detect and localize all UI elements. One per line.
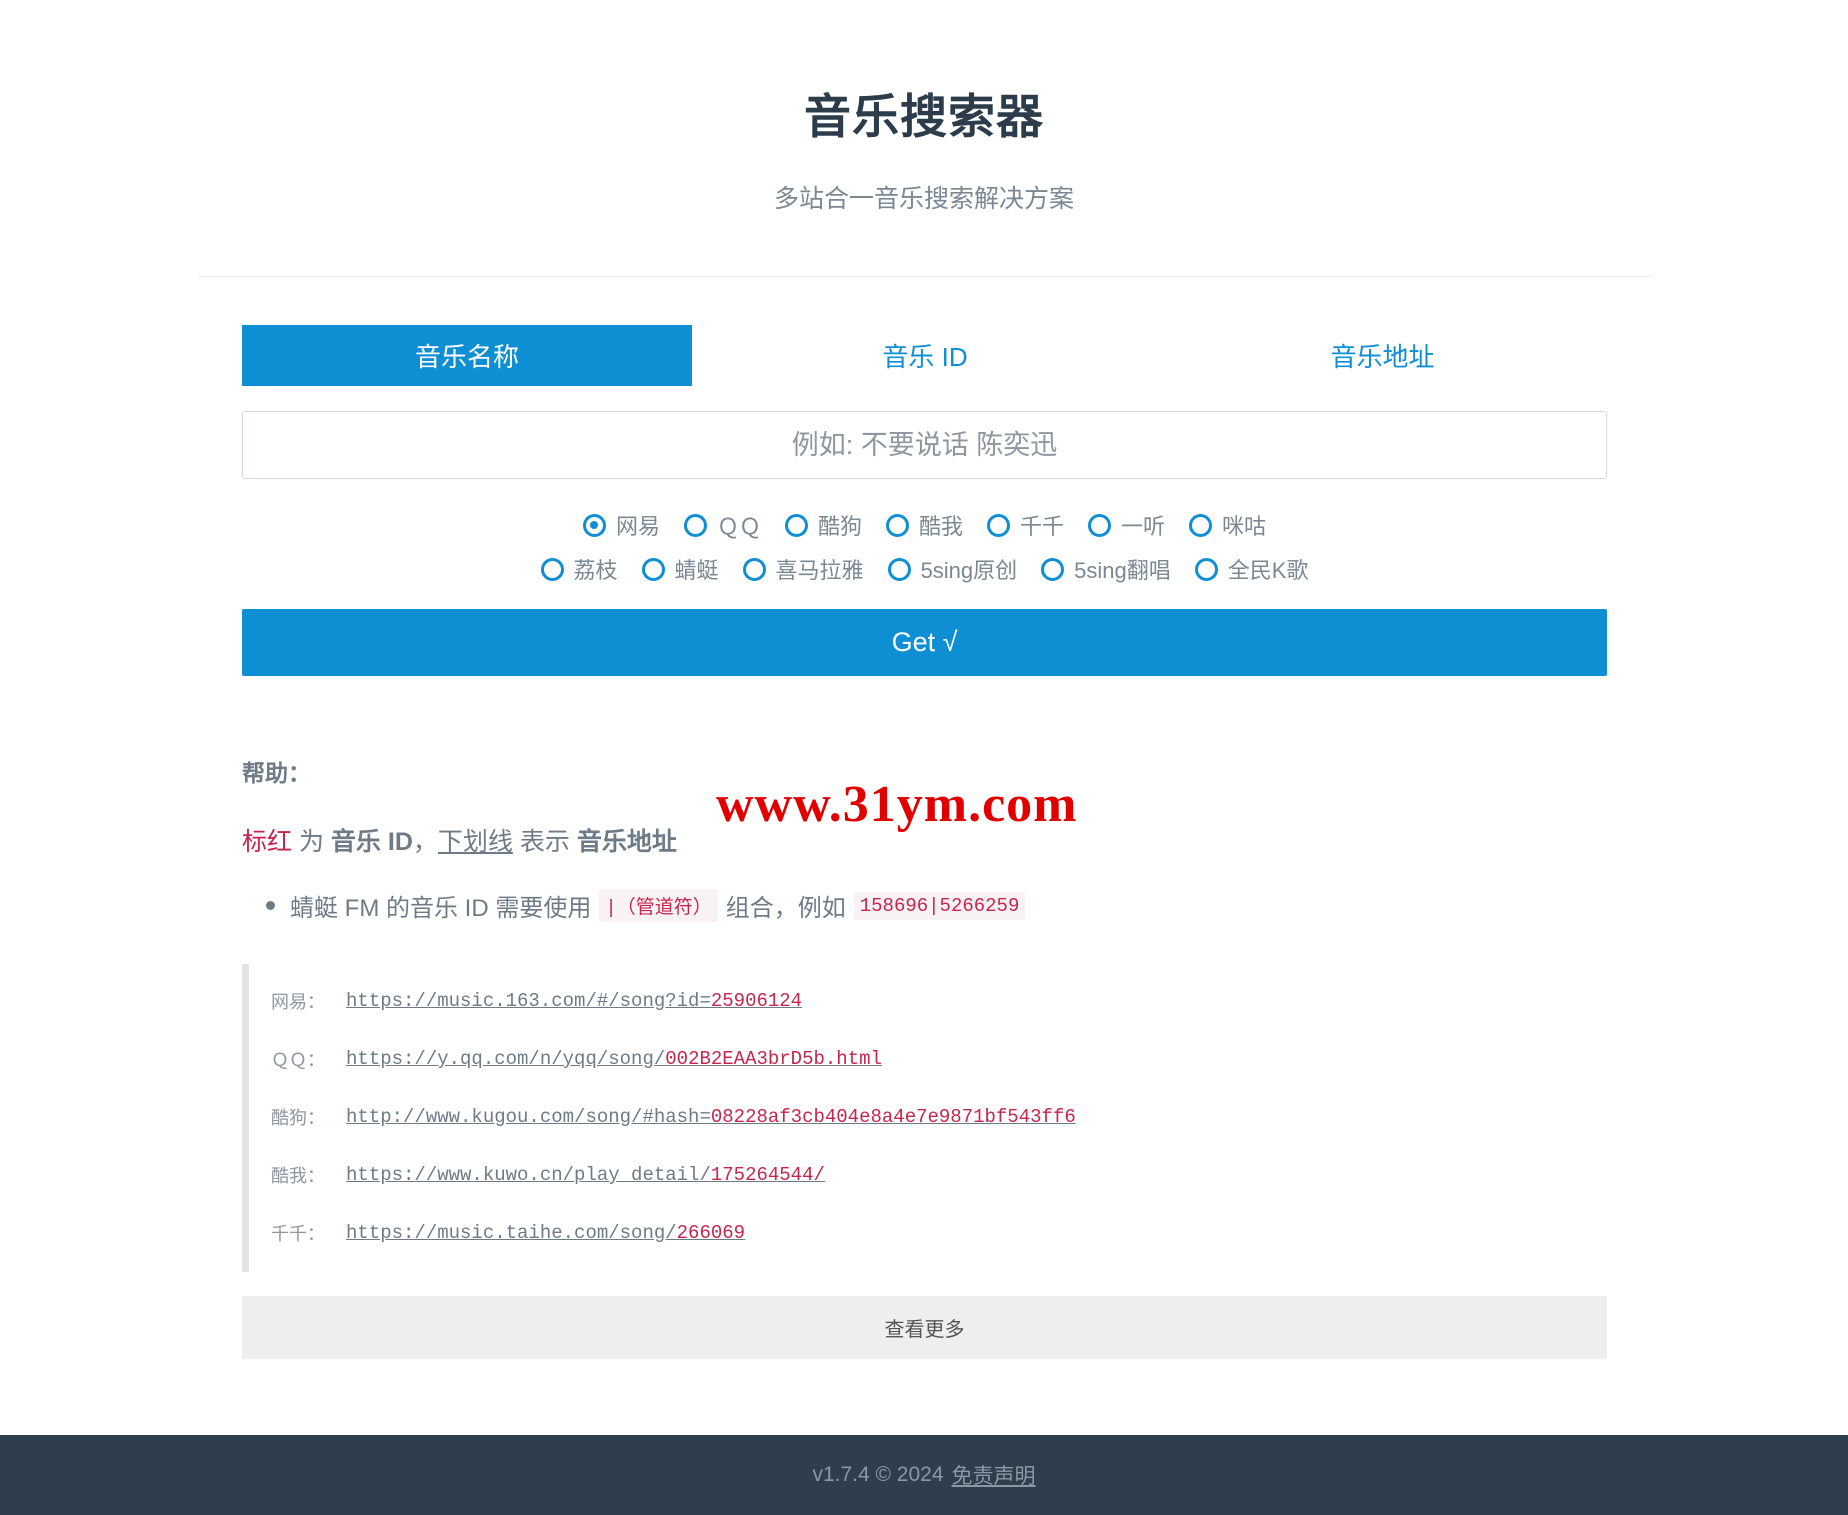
example-label: 酷狗： [271, 1108, 325, 1129]
source-option-yiting[interactable]: 一听 [1088, 509, 1165, 541]
radio-icon [1189, 513, 1213, 537]
example-row: 网易： https://music.163.com/#/song?id=2590… [271, 972, 1607, 1030]
source-option-5sing-cover[interactable]: 5sing翻唱 [1041, 553, 1171, 585]
source-option-qianqian[interactable]: 千千 [987, 509, 1064, 541]
example-label: ＱＱ： [271, 1050, 325, 1071]
page-subtitle: 多站合一音乐搜索解决方案 [773, 185, 1074, 213]
source-label: 千千 [1020, 514, 1065, 539]
source-label: 咪咕 [1222, 514, 1267, 539]
source-option-qingting[interactable]: 蜻蜓 [641, 553, 719, 585]
help-note: 蜻蜓 FM 的音乐 ID 需要使用 |（管道符） 组合，例如 158696|52… [242, 888, 1607, 923]
radio-icon [540, 557, 564, 581]
radio-icon [885, 513, 909, 537]
page-header: 音乐搜索器 多站合一音乐搜索解决方案 [0, 0, 1848, 215]
legend-text: ， [412, 828, 438, 856]
example-link[interactable]: https://music.taihe.com/song/266069 [346, 1222, 745, 1244]
source-label: 一听 [1121, 514, 1166, 539]
view-more-button[interactable]: 查看更多 [242, 1296, 1607, 1359]
tab-music-name[interactable]: 音乐名称 [242, 325, 692, 386]
radio-icon [987, 513, 1010, 537]
note-code-example: 158696|5266259 [853, 891, 1026, 920]
source-label: 网易 [615, 514, 660, 539]
source-label: 酷我 [918, 514, 963, 539]
page-title: 音乐搜索器 [804, 90, 1044, 143]
source-option-migu[interactable]: 咪咕 [1189, 509, 1266, 541]
disclaimer-link[interactable]: 免责声明 [952, 1460, 1036, 1490]
example-row: ＱＱ： https://y.qq.com/n/yqq/song/002B2EAA… [271, 1030, 1607, 1088]
tab-music-url[interactable]: 音乐地址 [1158, 325, 1607, 386]
radio-checked-icon [582, 513, 606, 537]
example-row: 酷狗： http://www.kugou.com/song/#hash=0822… [271, 1088, 1607, 1146]
legend-bold-id: 音乐 ID [330, 828, 413, 856]
example-label: 千千： [271, 1224, 325, 1245]
search-type-tabs: 音乐名称 音乐 ID 音乐地址 [242, 325, 1607, 386]
source-label: ＱＱ [716, 514, 761, 539]
source-option-ximalaya[interactable]: 喜马拉雅 [742, 553, 864, 585]
example-label: 酷我： [271, 1166, 325, 1187]
page-footer: v1.7.4 © 2024 免责声明 [0, 1435, 1848, 1515]
source-option-netease[interactable]: 网易 [582, 509, 660, 541]
legend-text: 为 [292, 828, 331, 856]
radio-icon [784, 513, 808, 537]
source-option-kugou[interactable]: 酷狗 [784, 509, 862, 541]
tab-music-id[interactable]: 音乐 ID [692, 325, 1158, 386]
example-link[interactable]: https://www.kuwo.cn/play_detail/17526454… [346, 1164, 825, 1186]
radio-icon [887, 557, 911, 581]
source-option-qq[interactable]: ＱＱ [683, 509, 761, 541]
source-label: 5sing原创 [920, 558, 1018, 583]
example-row: 酷我： https://www.kuwo.cn/play_detail/1752… [271, 1146, 1607, 1204]
source-row-2: 荔枝 蜻蜓 喜马拉雅 5sing原创 5sing翻唱 全民K歌 [242, 553, 1607, 585]
example-link[interactable]: http://www.kugou.com/song/#hash=08228af3… [346, 1106, 1076, 1128]
radio-icon [742, 557, 766, 581]
radio-icon [1088, 513, 1112, 537]
search-input[interactable] [243, 411, 1606, 479]
radio-icon [683, 513, 707, 537]
source-label: 5sing翻唱 [1074, 558, 1171, 583]
example-link[interactable]: https://music.163.com/#/song?id=25906124 [346, 990, 802, 1012]
note-text: 组合，例如 [725, 895, 846, 922]
legend-text: 表示 [512, 828, 577, 856]
main-container: 音乐名称 音乐 ID 音乐地址 网易 ＱＱ 酷狗 酷我 千千 一听 咪咕 荔枝 … [242, 325, 1607, 1359]
source-label: 酷狗 [817, 514, 862, 539]
source-label: 全民K歌 [1227, 558, 1309, 583]
note-code-pipe: |（管道符） [599, 889, 718, 922]
source-option-kuwo[interactable]: 酷我 [885, 509, 963, 541]
source-option-5sing-original[interactable]: 5sing原创 [887, 553, 1018, 585]
example-label: 网易： [271, 992, 325, 1013]
legend-underline: 下划线 [437, 828, 513, 856]
header-divider [198, 276, 1653, 277]
radio-icon [641, 557, 665, 581]
example-link[interactable]: https://y.qq.com/n/yqq/song/002B2EAA3brD… [346, 1048, 882, 1070]
note-text: 蜻蜓 FM 的音乐 ID 需要使用 [290, 895, 592, 922]
legend-red: 标红 [242, 828, 293, 856]
bullet-icon [266, 901, 275, 910]
get-button[interactable]: Get √ [242, 609, 1607, 676]
radio-icon [1041, 557, 1065, 581]
source-label: 荔枝 [573, 558, 618, 583]
source-option-quanmin-kge[interactable]: 全民K歌 [1194, 553, 1309, 585]
radio-icon [1194, 557, 1218, 581]
search-box [242, 411, 1607, 479]
example-urls: 网易： https://music.163.com/#/song?id=2590… [242, 964, 1607, 1272]
watermark-text: www.31ym.com [716, 776, 1078, 833]
example-row: 千千： https://music.taihe.com/song/266069 [271, 1204, 1607, 1262]
source-row-1: 网易 ＱＱ 酷狗 酷我 千千 一听 咪咕 [242, 509, 1607, 541]
source-label: 喜马拉雅 [775, 558, 864, 583]
footer-version: v1.7.4 © 2024 [812, 1463, 944, 1486]
source-label: 蜻蜓 [674, 558, 719, 583]
legend-bold-url: 音乐地址 [576, 828, 677, 856]
source-option-lizhi[interactable]: 荔枝 [540, 553, 618, 585]
source-selector: 网易 ＱＱ 酷狗 酷我 千千 一听 咪咕 荔枝 蜻蜓 喜马拉雅 5sing原创 … [242, 509, 1607, 585]
